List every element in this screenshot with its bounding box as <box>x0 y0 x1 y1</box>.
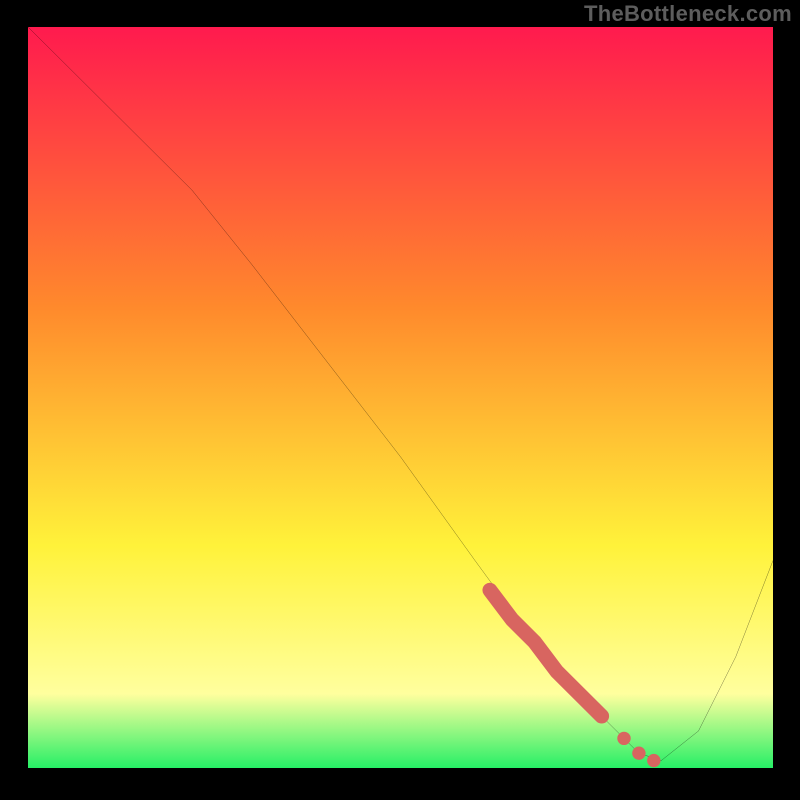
highlight-dot <box>617 732 630 745</box>
highlight-dot <box>632 747 645 760</box>
watermark-text: TheBottleneck.com <box>584 1 792 27</box>
highlight-dot <box>647 754 660 767</box>
plot-area <box>28 27 773 768</box>
chart-svg <box>28 27 773 768</box>
chart-frame: TheBottleneck.com <box>0 0 800 800</box>
